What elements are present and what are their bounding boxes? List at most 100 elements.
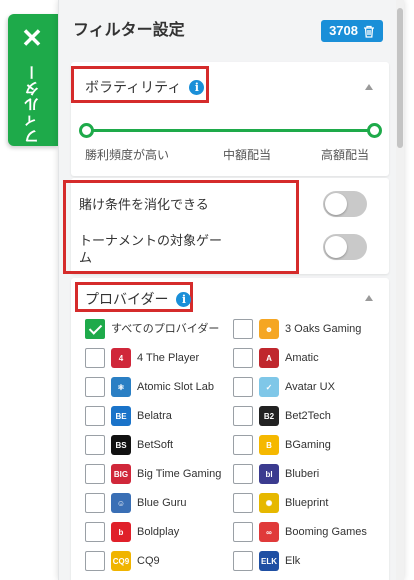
- provider-logo-icon: ✓: [259, 377, 279, 397]
- provider-checkbox[interactable]: [233, 319, 253, 339]
- provider-name: 4 The Player: [137, 352, 200, 364]
- provider-logo-icon: BIG: [111, 464, 131, 484]
- wagering-toggle-label: 賭け条件を消化できる: [79, 197, 209, 212]
- provider-name: 3 Oaks Gaming: [285, 323, 362, 335]
- toggle-knob: [325, 193, 347, 215]
- provider-name: Bet2Tech: [285, 410, 331, 422]
- provider-logo-icon: b: [111, 522, 131, 542]
- provider-logo-icon: BS: [111, 435, 131, 455]
- close-icon[interactable]: ✕: [20, 25, 44, 51]
- tournament-toggle-label: トーナメントの対象ゲーム: [79, 233, 223, 265]
- provider-name: Elk: [285, 555, 301, 567]
- provider-item[interactable]: ✓ Avatar UX: [233, 376, 381, 398]
- providers-header[interactable]: プロバイダー i: [85, 289, 192, 309]
- scrollbar[interactable]: [396, 0, 404, 580]
- volatility-card: ボラティリティ i 勝利頻度が高い 中額配当 高額配当: [71, 62, 389, 176]
- provider-logo-icon: ∞: [259, 522, 279, 542]
- volatility-label-high: 高額配当: [321, 148, 370, 162]
- provider-item[interactable]: bl Bluberi: [233, 463, 381, 485]
- volatility-label-low: 勝利頻度が高い: [85, 148, 170, 162]
- provider-item[interactable]: B2 Bet2Tech: [233, 405, 381, 427]
- provider-name: Blueprint: [285, 497, 329, 509]
- provider-checkbox[interactable]: [85, 377, 105, 397]
- provider-name: BetSoft: [137, 439, 174, 451]
- provider-logo-icon: BE: [111, 406, 131, 426]
- provider-checkbox[interactable]: [85, 319, 105, 339]
- panel-header: フィルター設定 3708: [73, 18, 391, 44]
- provider-checkbox[interactable]: [85, 435, 105, 455]
- provider-checkbox[interactable]: [85, 551, 105, 571]
- provider-logo-icon: ☻: [259, 319, 279, 339]
- providers-card: プロバイダー i すべてのプロバイダー ☻ 3 Oaks Gaming 4 4 The …: [71, 278, 389, 580]
- provider-checkbox[interactable]: [85, 406, 105, 426]
- provider-logo-icon: ☺: [111, 493, 131, 513]
- volatility-header[interactable]: ボラティリティ i: [85, 77, 205, 97]
- provider-item[interactable]: B BGaming: [233, 434, 381, 456]
- provider-checkbox[interactable]: [233, 522, 253, 542]
- result-count-badge[interactable]: 3708: [321, 20, 383, 42]
- provider-checkbox[interactable]: [233, 493, 253, 513]
- result-count: 3708: [329, 23, 358, 38]
- provider-logo-icon: 4: [111, 348, 131, 368]
- provider-checkbox[interactable]: [233, 406, 253, 426]
- provider-name: BGaming: [285, 439, 331, 451]
- provider-logo-icon: ✺: [259, 493, 279, 513]
- provider-item[interactable]: CQ9 CQ9: [85, 550, 233, 572]
- provider-checkbox[interactable]: [85, 464, 105, 484]
- provider-checkbox[interactable]: [233, 551, 253, 571]
- provider-name: Amatic: [285, 352, 319, 364]
- provider-checkbox[interactable]: [85, 348, 105, 368]
- provider-name: Booming Games: [285, 526, 367, 538]
- filter-panel: フィルター設定 3708 ボラティリティ i 勝利頻度が高い 中額配当 高額配当…: [58, 0, 404, 580]
- provider-item[interactable]: すべてのプロバイダー: [85, 318, 233, 340]
- provider-name: CQ9: [137, 555, 160, 567]
- provider-name: Avatar UX: [285, 381, 335, 393]
- provider-item[interactable]: BIG Big Time Gaming: [85, 463, 233, 485]
- provider-item[interactable]: 4 4 The Player: [85, 347, 233, 369]
- provider-item[interactable]: ☻ 3 Oaks Gaming: [233, 318, 381, 340]
- collapse-icon[interactable]: [365, 84, 373, 90]
- provider-list: すべてのプロバイダー ☻ 3 Oaks Gaming 4 4 The Player A Am…: [85, 318, 385, 572]
- filter-tab[interactable]: ✕ フィルター: [8, 14, 58, 146]
- provider-name: すべてのプロバイダー: [111, 323, 220, 335]
- provider-name: Atomic Slot Lab: [137, 381, 215, 393]
- provider-checkbox[interactable]: [233, 377, 253, 397]
- wagering-toggle[interactable]: [323, 191, 367, 217]
- volatility-slider-max-handle[interactable]: [367, 123, 382, 138]
- provider-item[interactable]: BE Belatra: [85, 405, 233, 427]
- provider-checkbox[interactable]: [85, 522, 105, 542]
- provider-name: Belatra: [137, 410, 172, 422]
- provider-logo-icon: B: [259, 435, 279, 455]
- provider-logo-icon: ⚛: [111, 377, 131, 397]
- provider-item[interactable]: ELK Elk: [233, 550, 381, 572]
- toggle-knob: [325, 236, 347, 258]
- volatility-slider-track[interactable]: [87, 129, 377, 132]
- toggles-card: 賭け条件を消化できる トーナメントの対象ゲーム: [63, 178, 389, 274]
- provider-item[interactable]: ✺ Blueprint: [233, 492, 381, 514]
- info-icon[interactable]: i: [176, 291, 192, 307]
- scrollbar-thumb[interactable]: [397, 8, 403, 148]
- provider-checkbox[interactable]: [85, 493, 105, 513]
- provider-item[interactable]: ⚛ Atomic Slot Lab: [85, 376, 233, 398]
- filter-tab-label: フィルター: [24, 64, 41, 144]
- provider-checkbox[interactable]: [233, 435, 253, 455]
- volatility-label-mid: 中額配当: [223, 148, 272, 162]
- provider-item[interactable]: BS BetSoft: [85, 434, 233, 456]
- provider-logo-icon: B2: [259, 406, 279, 426]
- provider-checkbox[interactable]: [233, 348, 253, 368]
- provider-checkbox[interactable]: [233, 464, 253, 484]
- tournament-toggle[interactable]: [323, 234, 367, 260]
- info-icon[interactable]: i: [189, 79, 205, 95]
- provider-name: Blue Guru: [137, 497, 187, 509]
- provider-name: Bluberi: [285, 468, 320, 480]
- collapse-icon[interactable]: [365, 295, 373, 301]
- provider-logo-icon: A: [259, 348, 279, 368]
- provider-item[interactable]: ∞ Booming Games: [233, 521, 381, 543]
- provider-name: Boldplay: [137, 526, 180, 538]
- provider-item[interactable]: A Amatic: [233, 347, 381, 369]
- provider-logo-icon: CQ9: [111, 551, 131, 571]
- provider-item[interactable]: b Boldplay: [85, 521, 233, 543]
- provider-item[interactable]: ☺ Blue Guru: [85, 492, 233, 514]
- providers-title: プロバイダー: [85, 291, 169, 307]
- volatility-slider-min-handle[interactable]: [79, 123, 94, 138]
